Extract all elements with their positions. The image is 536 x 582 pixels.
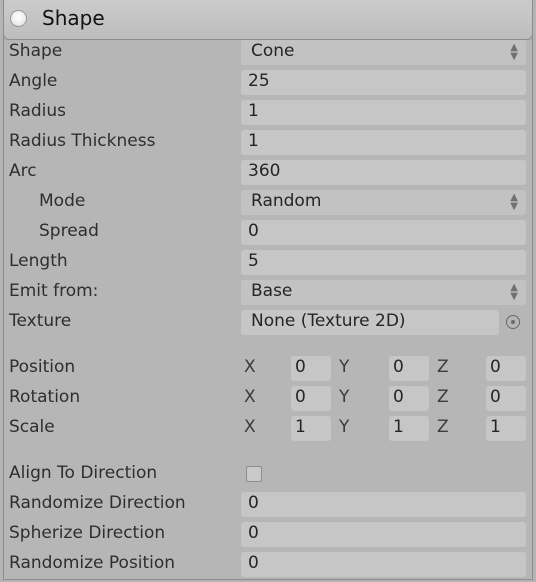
module-toggle-icon[interactable] bbox=[10, 10, 27, 27]
position-y-label: Y bbox=[339, 357, 350, 377]
rotation-z-field[interactable]: 0 bbox=[486, 386, 526, 411]
rotation-z-label: Z bbox=[437, 387, 449, 407]
angle-field[interactable]: 25 bbox=[241, 70, 526, 95]
align-to-direction-checkbox[interactable] bbox=[246, 466, 262, 482]
rotation-y-label: Y bbox=[339, 387, 350, 407]
position-label: Position bbox=[9, 357, 76, 377]
spread-field[interactable]: 0 bbox=[241, 220, 526, 245]
scale-y-label: Y bbox=[339, 417, 350, 437]
position-x-label: X bbox=[244, 357, 256, 377]
rotation-x-label: X bbox=[244, 387, 256, 407]
radius-field[interactable]: 1 bbox=[241, 100, 526, 125]
scale-x-label: X bbox=[244, 417, 256, 437]
scale-z-field[interactable]: 1 bbox=[486, 416, 526, 441]
rotation-label: Rotation bbox=[9, 387, 81, 407]
randomize-direction-field[interactable]: 0 bbox=[241, 492, 526, 517]
emit-from-value: Base bbox=[251, 281, 293, 301]
arc-label: Arc bbox=[9, 161, 37, 181]
row-radius-thickness: Radius Thickness 1 bbox=[4, 128, 534, 158]
align-to-direction-label: Align To Direction bbox=[9, 463, 158, 483]
shape-dropdown[interactable]: Cone ▲ ▼ bbox=[241, 40, 526, 65]
randomize-position-field[interactable]: 0 bbox=[241, 552, 526, 577]
scale-y-field[interactable]: 1 bbox=[389, 416, 429, 441]
row-mode: Mode Random ▲ ▼ bbox=[4, 188, 534, 218]
module-title: Shape bbox=[42, 6, 105, 30]
length-field[interactable]: 5 bbox=[241, 250, 526, 275]
radius-thickness-label: Radius Thickness bbox=[9, 131, 156, 151]
module-header[interactable]: Shape bbox=[3, 0, 533, 40]
row-rotation: Rotation X 0 Y 0 Z 0 bbox=[4, 384, 534, 414]
radius-thickness-field[interactable]: 1 bbox=[241, 130, 526, 155]
shape-label: Shape bbox=[9, 41, 63, 61]
position-y-field[interactable]: 0 bbox=[389, 356, 429, 381]
emit-from-dropdown[interactable]: Base ▲ ▼ bbox=[241, 280, 526, 305]
arc-field[interactable]: 360 bbox=[241, 160, 526, 185]
spread-label: Spread bbox=[39, 221, 99, 241]
mode-label: Mode bbox=[39, 191, 86, 211]
length-label: Length bbox=[9, 251, 68, 271]
randomize-direction-label: Randomize Direction bbox=[9, 493, 186, 513]
randomize-position-label: Randomize Position bbox=[9, 553, 176, 573]
position-x-field[interactable]: 0 bbox=[291, 356, 331, 381]
row-angle: Angle 25 bbox=[4, 68, 534, 98]
shape-value: Cone bbox=[251, 41, 295, 61]
scale-z-label: Z bbox=[437, 417, 449, 437]
row-arc: Arc 360 bbox=[4, 158, 534, 188]
row-radius: Radius 1 bbox=[4, 98, 534, 128]
row-shape: Shape Cone ▲ ▼ bbox=[4, 38, 534, 68]
texture-label: Texture bbox=[9, 311, 72, 331]
row-length: Length 5 bbox=[4, 248, 534, 278]
row-align-to-direction: Align To Direction bbox=[4, 460, 534, 490]
position-z-field[interactable]: 0 bbox=[486, 356, 526, 381]
radius-label: Radius bbox=[9, 101, 67, 121]
up-down-arrows-icon: ▲ ▼ bbox=[510, 192, 518, 212]
row-spherize-direction: Spherize Direction 0 bbox=[4, 520, 534, 550]
row-position: Position X 0 Y 0 Z 0 bbox=[4, 354, 534, 384]
row-scale: Scale X 1 Y 1 Z 1 bbox=[4, 414, 534, 444]
row-randomize-direction: Randomize Direction 0 bbox=[4, 490, 534, 520]
up-down-arrows-icon: ▲ ▼ bbox=[510, 282, 518, 302]
row-emit-from: Emit from: Base ▲ ▼ bbox=[4, 278, 534, 308]
rotation-y-field[interactable]: 0 bbox=[389, 386, 429, 411]
position-z-label: Z bbox=[437, 357, 449, 377]
scale-label: Scale bbox=[9, 417, 55, 437]
angle-label: Angle bbox=[9, 71, 58, 91]
texture-object-field[interactable]: None (Texture 2D) bbox=[241, 310, 499, 335]
mode-value: Random bbox=[251, 191, 322, 211]
row-randomize-position: Randomize Position 0 bbox=[4, 550, 534, 580]
mode-dropdown[interactable]: Random ▲ ▼ bbox=[241, 190, 526, 215]
shape-module-panel: Shape Shape Cone ▲ ▼ Angle 25 Radius 1 Ra… bbox=[3, 0, 533, 580]
emit-from-label: Emit from: bbox=[9, 281, 99, 301]
scale-x-field[interactable]: 1 bbox=[291, 416, 331, 441]
spherize-direction-field[interactable]: 0 bbox=[241, 522, 526, 547]
rotation-x-field[interactable]: 0 bbox=[291, 386, 331, 411]
object-picker-icon[interactable] bbox=[506, 315, 520, 329]
row-spread: Spread 0 bbox=[4, 218, 534, 248]
up-down-arrows-icon: ▲ ▼ bbox=[510, 42, 518, 62]
row-texture: Texture None (Texture 2D) bbox=[4, 308, 534, 338]
spherize-direction-label: Spherize Direction bbox=[9, 523, 166, 543]
